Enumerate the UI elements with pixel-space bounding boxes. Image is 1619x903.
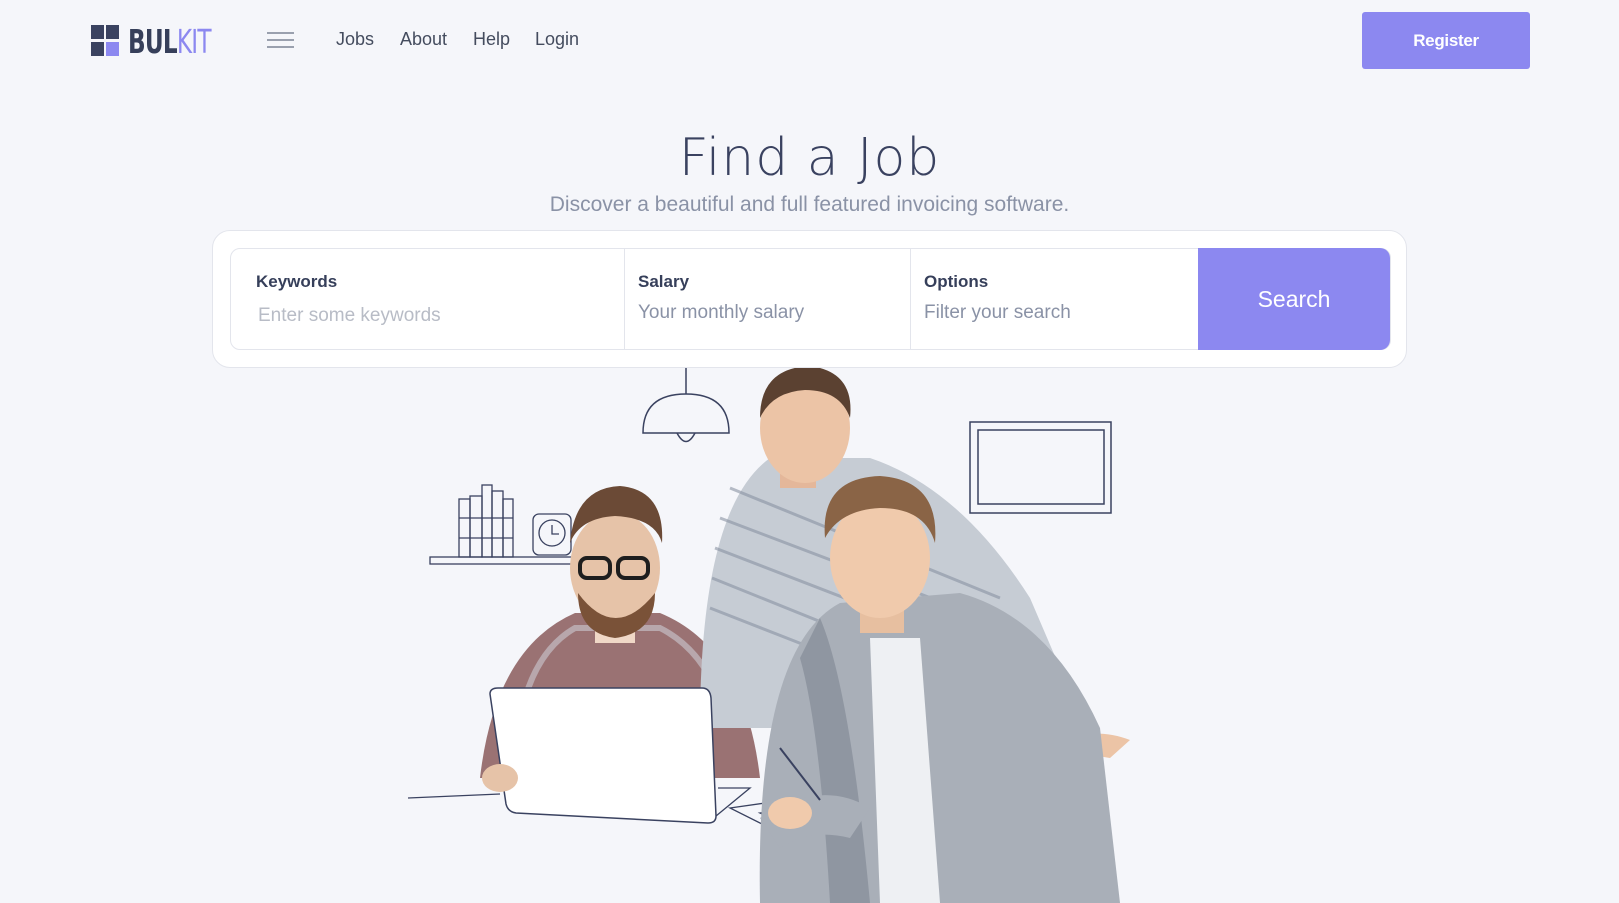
hero-illustration (400, 368, 1200, 903)
team-illustration (407, 368, 1130, 903)
search-button[interactable]: Search (1198, 248, 1390, 350)
hamburger-icon[interactable] (267, 30, 294, 50)
salary-input[interactable] (638, 302, 898, 324)
nav-link-login[interactable]: Login (535, 29, 579, 50)
navbar: BUL KIT Jobs About Help Login Register (0, 0, 1619, 80)
brand-logo[interactable]: BUL KIT (91, 22, 234, 61)
salary-field: Salary (625, 249, 911, 349)
logo-text-part2: KIT (176, 21, 212, 61)
laptop-icon (482, 687, 752, 824)
logo-mark-icon (91, 25, 120, 57)
pendant-lamp-icon (642, 368, 730, 443)
options-label: Options (924, 272, 989, 291)
logo-text: BUL KIT (128, 22, 211, 61)
register-button[interactable]: Register (1362, 12, 1530, 69)
clock-icon (532, 513, 572, 556)
bookshelf-icon (429, 484, 585, 565)
page-subtitle: Discover a beautiful and full featured i… (549, 193, 1070, 216)
logo-text-part1: BUL (128, 21, 178, 61)
salary-label: Salary (638, 272, 690, 291)
options-input[interactable] (924, 302, 1184, 324)
keywords-input[interactable] (258, 305, 598, 327)
search-bar: Keywords Salary Options Search (230, 248, 1391, 350)
nav-link-jobs[interactable]: Jobs (336, 29, 374, 50)
options-field: Options (911, 249, 1198, 349)
keywords-label: Keywords (256, 272, 338, 291)
search-panel: Keywords Salary Options Search (212, 230, 1407, 368)
nav-link-about[interactable]: About (400, 29, 447, 50)
keywords-field: Keywords (231, 249, 625, 349)
page-title: Find a Job (678, 128, 941, 188)
nav-link-help[interactable]: Help (473, 29, 510, 50)
picture-frame-icon (969, 421, 1112, 514)
